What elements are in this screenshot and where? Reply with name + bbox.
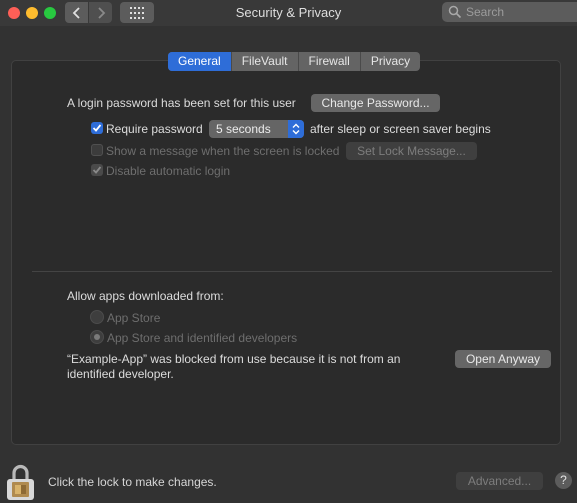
tab-general[interactable]: General <box>168 52 232 71</box>
app-store-label: App Store <box>107 311 161 325</box>
title-bar: Security & Privacy <box>0 0 577 26</box>
require-password-delay-value: 5 seconds <box>216 122 271 136</box>
tab-bar: General FileVault Firewall Privacy <box>168 52 421 71</box>
settings-panel <box>11 60 561 445</box>
lock-button[interactable] <box>4 463 37 501</box>
search-input[interactable] <box>466 5 576 19</box>
search-icon <box>448 5 462 19</box>
tab-filevault[interactable]: FileVault <box>232 52 299 71</box>
search-field[interactable] <box>442 2 577 22</box>
set-lock-message-button[interactable]: Set Lock Message... <box>346 142 477 160</box>
identified-developers-radio[interactable] <box>90 330 104 344</box>
disable-auto-login-checkbox[interactable] <box>91 164 103 176</box>
help-icon[interactable]: ? <box>555 472 572 489</box>
tab-firewall[interactable]: Firewall <box>299 52 361 71</box>
checkmark-icon <box>92 124 102 132</box>
require-password-label: Require password <box>106 122 203 136</box>
show-message-checkbox[interactable] <box>91 144 103 156</box>
change-password-button[interactable]: Change Password... <box>311 94 440 112</box>
chevron-updown-icon <box>288 120 304 138</box>
advanced-button[interactable]: Advanced... <box>456 472 543 490</box>
login-password-text: A login password has been set for this u… <box>67 96 296 110</box>
require-password-checkbox[interactable] <box>91 122 103 134</box>
show-message-label: Show a message when the screen is locked <box>106 144 340 158</box>
blocked-app-message: “Example-App” was blocked from use becau… <box>67 352 401 381</box>
disable-auto-login-label: Disable automatic login <box>106 164 231 178</box>
section-divider <box>32 271 552 272</box>
tab-privacy[interactable]: Privacy <box>361 52 420 71</box>
require-password-suffix: after sleep or screen saver begins <box>310 122 491 136</box>
require-password-delay-select[interactable]: 5 seconds <box>209 120 304 138</box>
identified-developers-label: App Store and identified developers <box>107 331 298 345</box>
radio-selected-dot <box>94 334 100 340</box>
app-store-radio[interactable] <box>90 310 104 324</box>
checkmark-icon <box>92 166 102 174</box>
open-anyway-button[interactable]: Open Anyway <box>455 350 551 368</box>
lock-hint-text: Click the lock to make changes. <box>48 475 217 489</box>
allow-apps-heading: Allow apps downloaded from: <box>67 289 224 303</box>
lock-icon <box>7 464 34 500</box>
